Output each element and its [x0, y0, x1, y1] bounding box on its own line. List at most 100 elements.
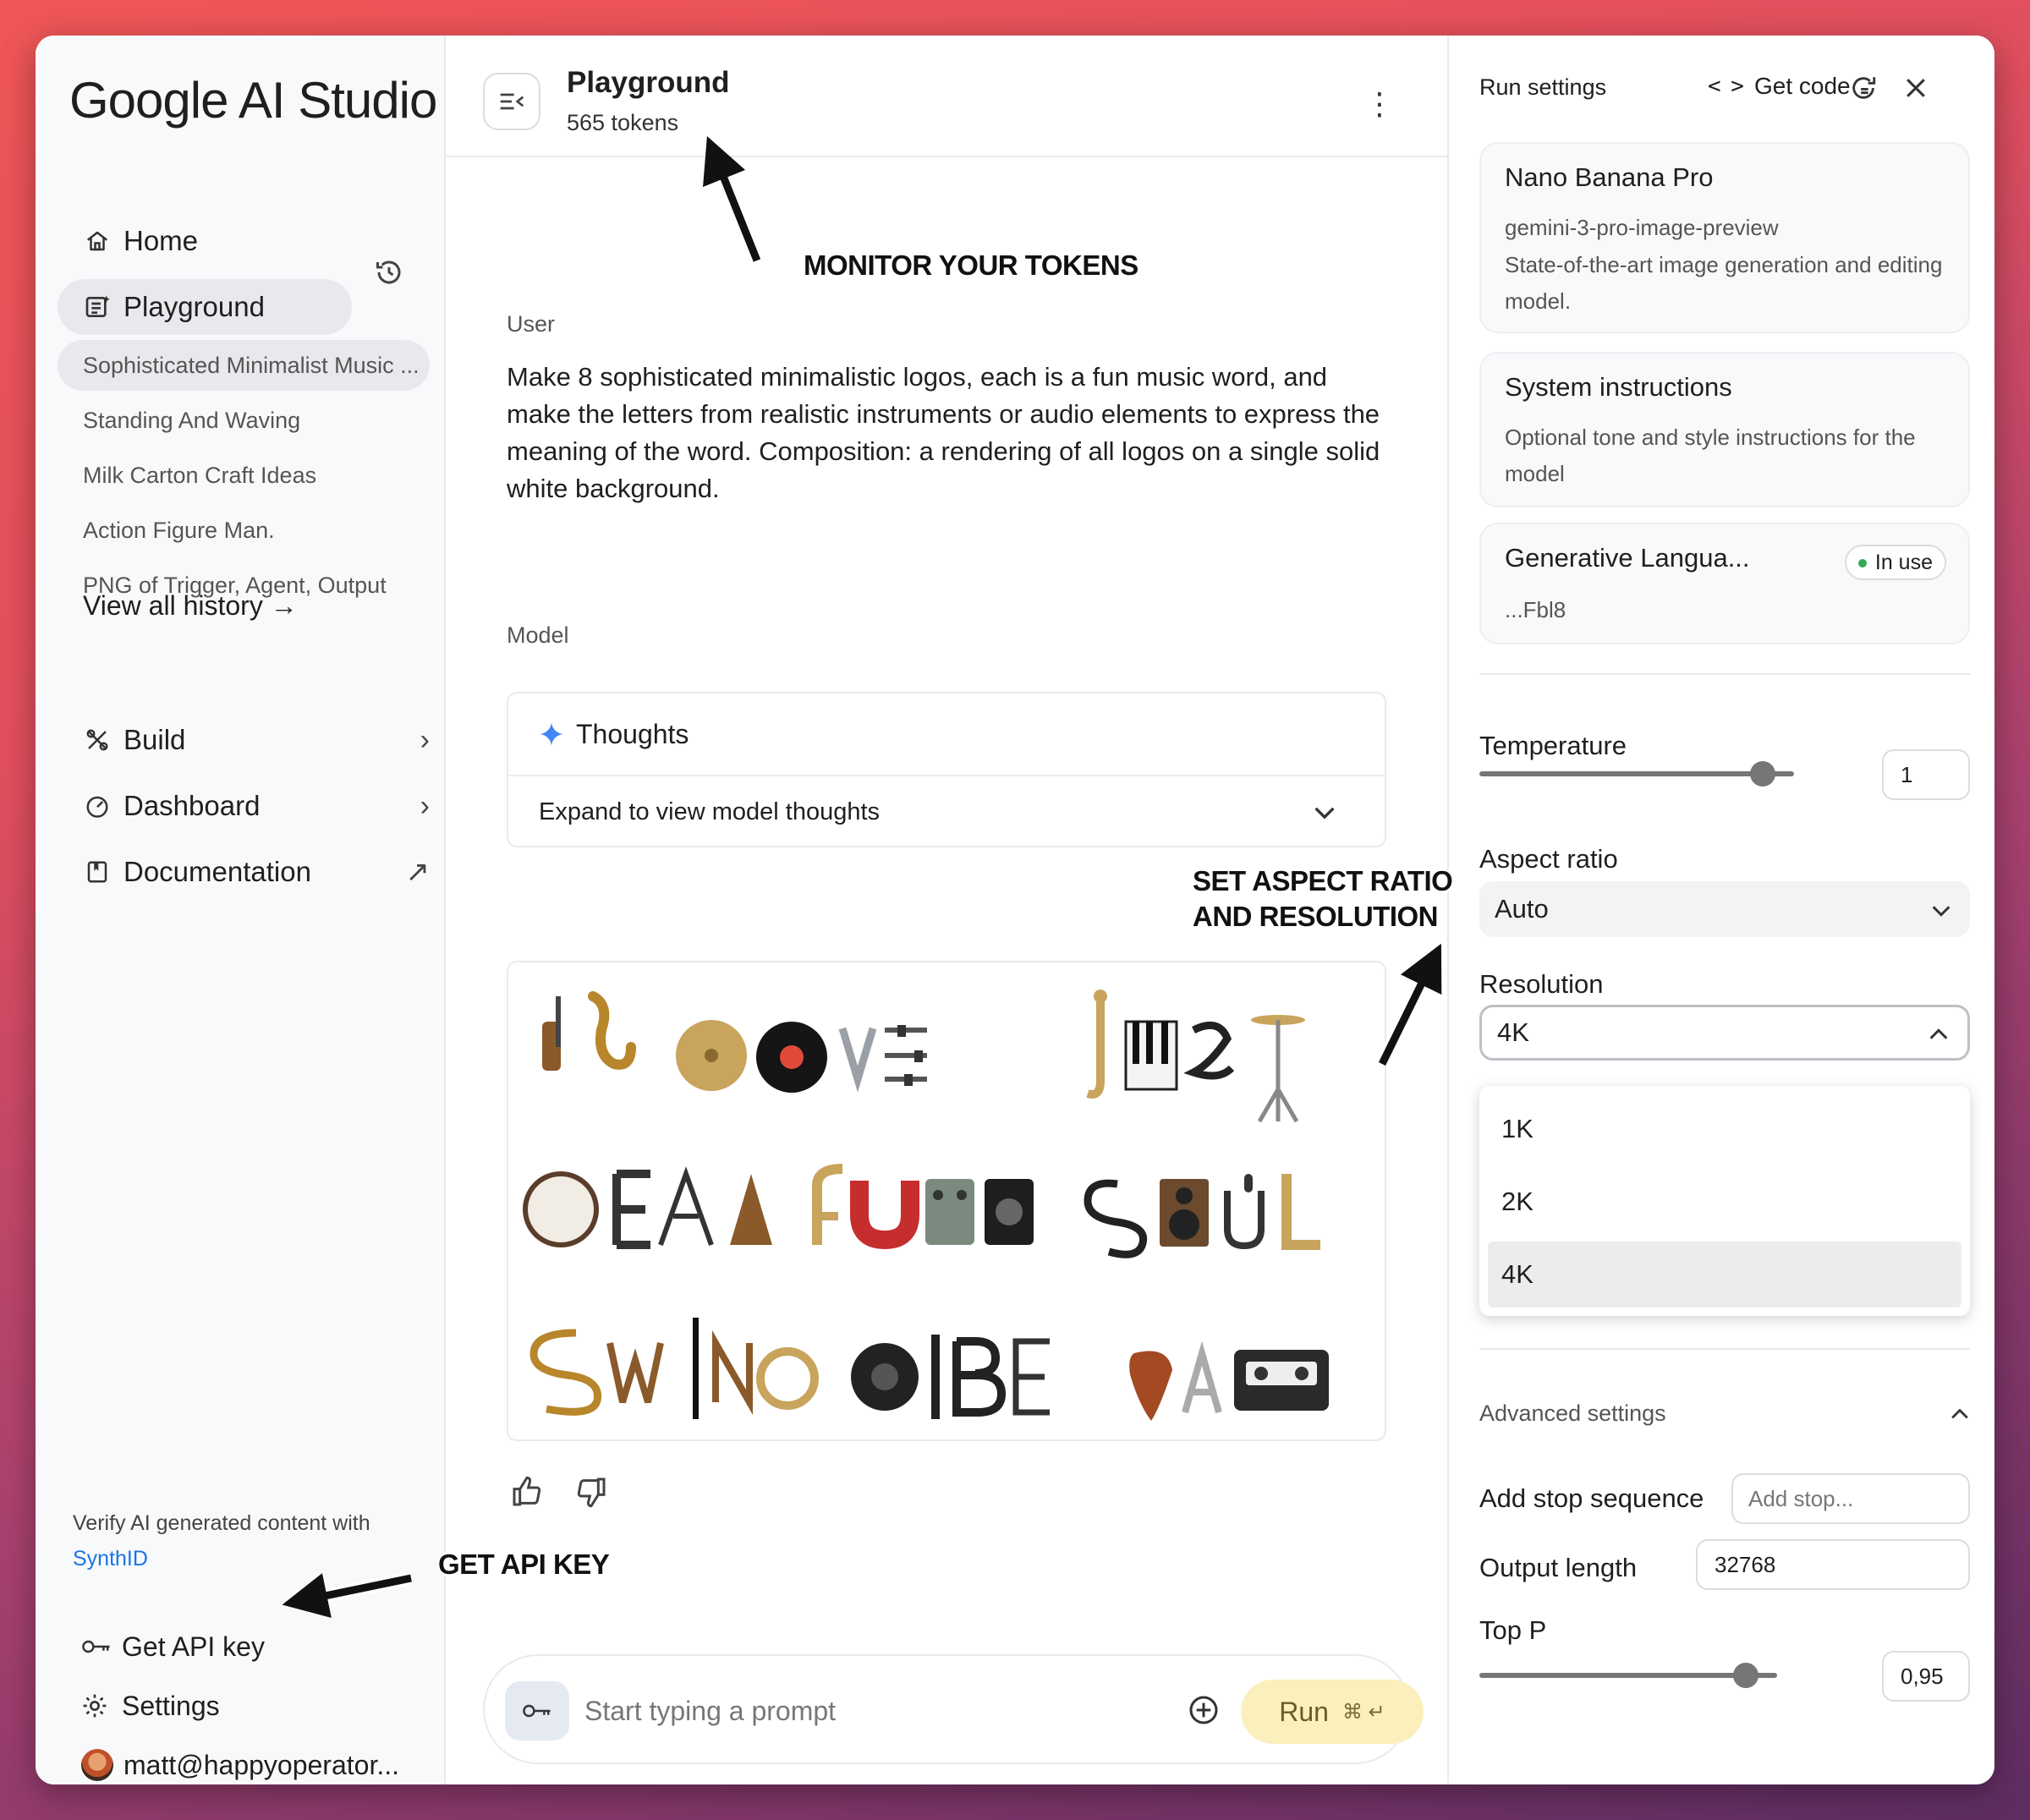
- reset-settings-icon[interactable]: [1846, 71, 1880, 105]
- nav-dashboard[interactable]: Dashboard ›: [58, 778, 430, 834]
- logo-funk: [812, 1164, 1034, 1250]
- synthid-notice: Verify AI generated content with SynthID: [73, 1505, 428, 1576]
- settings-button[interactable]: Settings: [81, 1685, 220, 1727]
- resolution-select[interactable]: 4K: [1479, 1005, 1970, 1061]
- history-item[interactable]: Action Figure Man.: [58, 505, 430, 556]
- top-p-slider-thumb[interactable]: [1733, 1663, 1758, 1688]
- top-p-input[interactable]: 0,95: [1882, 1651, 1970, 1702]
- api-key-name: Generative Langua...: [1505, 543, 1750, 573]
- chevron-down-icon: [1314, 798, 1336, 826]
- top-p-label: Top P: [1479, 1615, 1547, 1645]
- logo-jazz: [1086, 989, 1305, 1123]
- user-role-label: User: [507, 311, 556, 337]
- chevron-right-icon: ›: [420, 723, 430, 756]
- add-media-icon[interactable]: [1187, 1693, 1222, 1729]
- history-item[interactable]: Milk Carton Craft Ideas: [58, 450, 430, 501]
- annotation-monitor-tokens: MONITOR YOUR TOKENS: [804, 249, 1138, 281]
- collapse-menu-icon: [500, 93, 524, 110]
- logo-soul: [1084, 1174, 1320, 1258]
- aspect-ratio-select[interactable]: Auto: [1479, 881, 1970, 937]
- logo-amp: [1129, 1340, 1329, 1421]
- nav-build-label: Build: [123, 724, 186, 755]
- resolution-option[interactable]: 2K: [1488, 1169, 1961, 1235]
- sparkle-icon: [540, 722, 563, 746]
- stop-sequence-label: Add stop sequence: [1479, 1483, 1704, 1513]
- get-code-button[interactable]: < > Get code: [1708, 73, 1851, 100]
- run-settings-title: Run settings: [1479, 74, 1607, 100]
- token-count: 565 tokens: [567, 110, 679, 135]
- get-code-label: Get code: [1753, 73, 1851, 99]
- avatar: [81, 1749, 113, 1781]
- home-icon: [83, 227, 112, 255]
- in-use-badge: In use: [1844, 545, 1946, 580]
- temperature-input[interactable]: 1: [1882, 749, 1970, 800]
- external-link-icon: ↗: [405, 856, 431, 888]
- nav-documentation[interactable]: Documentation ↗: [58, 844, 430, 900]
- synthid-link[interactable]: SynthID: [73, 1541, 428, 1576]
- generated-image[interactable]: [507, 961, 1386, 1441]
- output-length-input[interactable]: 32768: [1696, 1539, 1970, 1590]
- close-icon[interactable]: [1899, 71, 1933, 105]
- get-api-key-button[interactable]: Get API key: [81, 1625, 265, 1668]
- documentation-icon: [83, 858, 112, 886]
- temperature-slider-thumb[interactable]: [1750, 761, 1775, 787]
- nav-playground[interactable]: Playground: [58, 279, 352, 335]
- thoughts-title: Thoughts: [576, 718, 689, 749]
- system-instructions-card[interactable]: System instructions Optional tone and st…: [1479, 352, 1970, 507]
- app-logo[interactable]: Google AI Studio: [69, 71, 437, 129]
- advanced-settings-toggle[interactable]: Advanced settings: [1479, 1401, 1666, 1427]
- nav-build[interactable]: Build ›: [58, 712, 430, 768]
- stop-sequence-input[interactable]: [1731, 1473, 1970, 1524]
- prompt-bar: Run ⌘ ↵: [483, 1654, 1424, 1764]
- annotation-aspect-line2: AND RESOLUTION: [1193, 901, 1439, 932]
- annotation-get-api-key: GET API KEY: [438, 1549, 610, 1580]
- run-settings-panel: Run settings < > Get code Nano Banana Pr…: [1447, 36, 1994, 1784]
- nav-home[interactable]: Home: [58, 213, 198, 269]
- run-button[interactable]: Run ⌘ ↵: [1241, 1680, 1424, 1744]
- view-all-history-link[interactable]: View all history →: [83, 590, 298, 622]
- account-button[interactable]: matt@happyoperator...: [81, 1744, 399, 1784]
- resolution-option-selected[interactable]: 4K: [1488, 1242, 1961, 1307]
- run-label: Run: [1279, 1696, 1329, 1727]
- thoughts-header: Thoughts: [508, 693, 1385, 776]
- model-name: Nano Banana Pro: [1505, 162, 1714, 192]
- history-item[interactable]: Sophisticated Minimalist Music ...: [58, 340, 430, 391]
- settings-label: Settings: [122, 1690, 220, 1721]
- logo-beat: [523, 1166, 772, 1249]
- logo-vibe: [851, 1335, 1050, 1419]
- model-id: gemini-3-pro-image-preview: [1505, 215, 1779, 240]
- get-api-key-label: Get API key: [122, 1631, 265, 1662]
- page-title: Playground: [567, 66, 730, 99]
- toggle-sidebar-button[interactable]: [483, 73, 540, 130]
- aspect-ratio-label: Aspect ratio: [1479, 844, 1618, 874]
- model-role-label: Model: [507, 622, 569, 648]
- nav-dashboard-label: Dashboard: [123, 790, 261, 821]
- chevron-down-icon: [1931, 896, 1951, 923]
- dashboard-icon: [83, 792, 112, 820]
- chevron-up-icon[interactable]: [1950, 1399, 1969, 1426]
- more-options-icon[interactable]: ⋮: [1364, 86, 1395, 122]
- sidebar: Google AI Studio Home Playground Sophist…: [36, 36, 446, 1784]
- chevron-up-icon: [1928, 1019, 1949, 1046]
- history-icon[interactable]: [374, 257, 408, 291]
- resolution-option[interactable]: 1K: [1488, 1096, 1961, 1162]
- system-instructions-placeholder: Optional tone and style instructions for…: [1505, 425, 1916, 486]
- temperature-slider[interactable]: [1479, 771, 1794, 776]
- thoughts-panel[interactable]: Thoughts Expand to view model thoughts: [507, 692, 1386, 847]
- thumbs-up-icon[interactable]: [510, 1475, 547, 1512]
- model-card[interactable]: Nano Banana Pro gemini-3-pro-image-previ…: [1479, 142, 1970, 333]
- history-item[interactable]: Standing And Waving: [58, 395, 430, 446]
- gear-icon: [81, 1691, 112, 1721]
- verify-text: Verify AI generated content with: [73, 1511, 370, 1535]
- resolution-dropdown: 1K 2K 4K: [1479, 1086, 1970, 1316]
- api-key-card[interactable]: Generative Langua... In use ...Fbl8: [1479, 523, 1970, 644]
- prompt-input[interactable]: [584, 1688, 1092, 1734]
- expand-thoughts[interactable]: Expand to view model thoughts: [508, 776, 1385, 847]
- nav-documentation-label: Documentation: [123, 856, 311, 887]
- music-logos-image: [523, 989, 1329, 1421]
- api-key-button[interactable]: [505, 1681, 569, 1741]
- thumbs-down-icon[interactable]: [574, 1475, 612, 1512]
- system-instructions-title: System instructions: [1505, 372, 1732, 402]
- annotation-aspect-line1: SET ASPECT RATIO: [1193, 865, 1453, 896]
- output-length-label: Output length: [1479, 1553, 1638, 1582]
